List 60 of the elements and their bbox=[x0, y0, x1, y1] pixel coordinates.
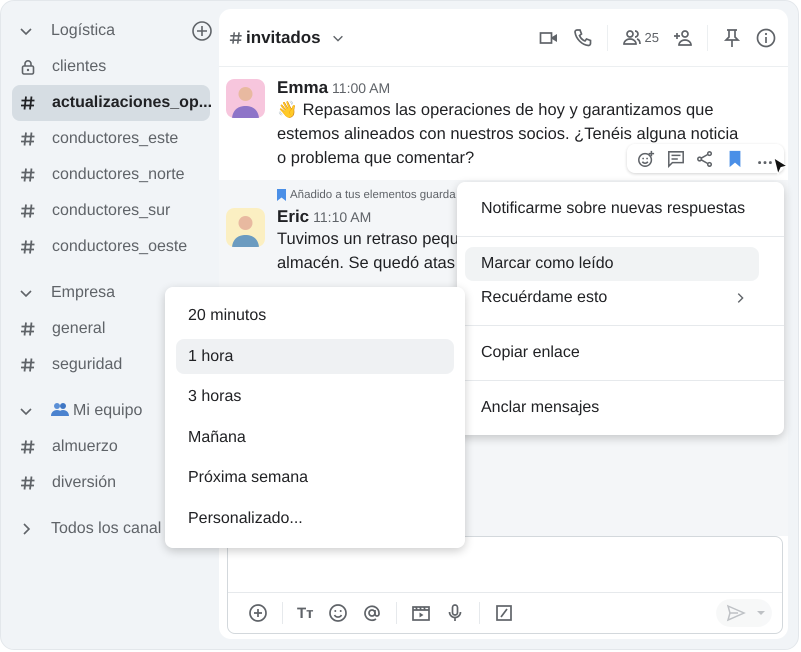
emoji-icon[interactable] bbox=[328, 603, 348, 623]
hash-icon bbox=[20, 239, 36, 255]
menu-item[interactable]: Recuérdame esto bbox=[465, 281, 759, 315]
info-icon[interactable] bbox=[756, 28, 776, 48]
hash-icon bbox=[20, 439, 36, 455]
menu-item[interactable]: Marcar como leído bbox=[465, 247, 759, 281]
hash-icon bbox=[20, 131, 36, 147]
channel-item[interactable]: conductores_norte bbox=[12, 157, 210, 193]
saved-note: Añadido a tus elementos guarda bbox=[290, 189, 456, 201]
people-icon bbox=[51, 402, 69, 416]
message-text: almacén. Se quedó atas bbox=[277, 253, 455, 274]
timestamp: 11:10 AM bbox=[313, 209, 372, 225]
menu-item[interactable]: 20 minutos bbox=[176, 298, 454, 334]
add-icon[interactable] bbox=[248, 603, 268, 623]
avatar-icon bbox=[226, 79, 265, 118]
channel-item[interactable]: conductores_sur bbox=[12, 193, 210, 229]
author-name: Emma bbox=[277, 78, 328, 97]
menu-item[interactable]: Anclar mensajes bbox=[465, 391, 759, 425]
menu-item[interactable]: Copiar enlace bbox=[465, 336, 759, 370]
hash-icon bbox=[20, 167, 36, 183]
mention-icon[interactable] bbox=[362, 603, 382, 623]
menu-item[interactable]: Mañana bbox=[176, 420, 454, 455]
member-count: 25 bbox=[644, 30, 659, 45]
channel-item[interactable]: clientes bbox=[12, 49, 210, 85]
hash-icon bbox=[20, 95, 36, 111]
hash-icon bbox=[20, 357, 36, 373]
avatar-icon bbox=[226, 208, 265, 247]
menu-item[interactable]: 1 hora bbox=[176, 339, 454, 374]
hash-icon bbox=[20, 321, 36, 337]
menu-item[interactable]: Personalizado... bbox=[176, 501, 454, 536]
channel-item[interactable]: actualizaciones_op... bbox=[12, 85, 210, 121]
bookmark-icon bbox=[277, 189, 286, 201]
send-icon bbox=[726, 603, 746, 623]
channel-item[interactable]: conductores_este bbox=[12, 121, 210, 157]
pin-icon[interactable] bbox=[722, 28, 742, 48]
timestamp: 11:00 AM bbox=[332, 80, 390, 96]
menu-item[interactable]: Notificarme sobre nuevas respuestas bbox=[465, 192, 759, 226]
phone-icon[interactable] bbox=[572, 28, 593, 48]
slash-command-icon[interactable] bbox=[494, 603, 514, 623]
add-reaction-icon[interactable] bbox=[636, 150, 655, 168]
people-icon[interactable] bbox=[622, 28, 642, 48]
lock-icon bbox=[20, 59, 36, 75]
channel-item[interactable]: conductores_oeste bbox=[12, 229, 210, 265]
message-text: estemos alineados con nuestros socios. ¿Tenéis alguna noticia bbox=[277, 124, 738, 145]
menu-item[interactable]: Próxima semana bbox=[176, 460, 454, 496]
text-format-button[interactable]: Tт bbox=[297, 604, 314, 622]
add-icon[interactable] bbox=[191, 20, 213, 42]
message-text: o problema que comentar? bbox=[277, 148, 474, 169]
add-person-icon[interactable] bbox=[673, 28, 693, 48]
author-name: Eric bbox=[277, 207, 310, 226]
comment-icon[interactable] bbox=[666, 150, 685, 168]
hash-icon bbox=[20, 475, 36, 491]
hash-icon bbox=[20, 203, 36, 219]
share-icon[interactable] bbox=[696, 150, 714, 168]
caret-icon bbox=[756, 608, 766, 618]
video-clip-icon[interactable] bbox=[410, 603, 431, 623]
section-title[interactable]: Logística bbox=[51, 22, 191, 40]
channel-title[interactable]: invitados bbox=[246, 28, 321, 48]
message-text: 👋 Repasamos las operaciones de hoy y garantizamos que bbox=[277, 100, 714, 121]
hash-icon bbox=[229, 30, 243, 44]
